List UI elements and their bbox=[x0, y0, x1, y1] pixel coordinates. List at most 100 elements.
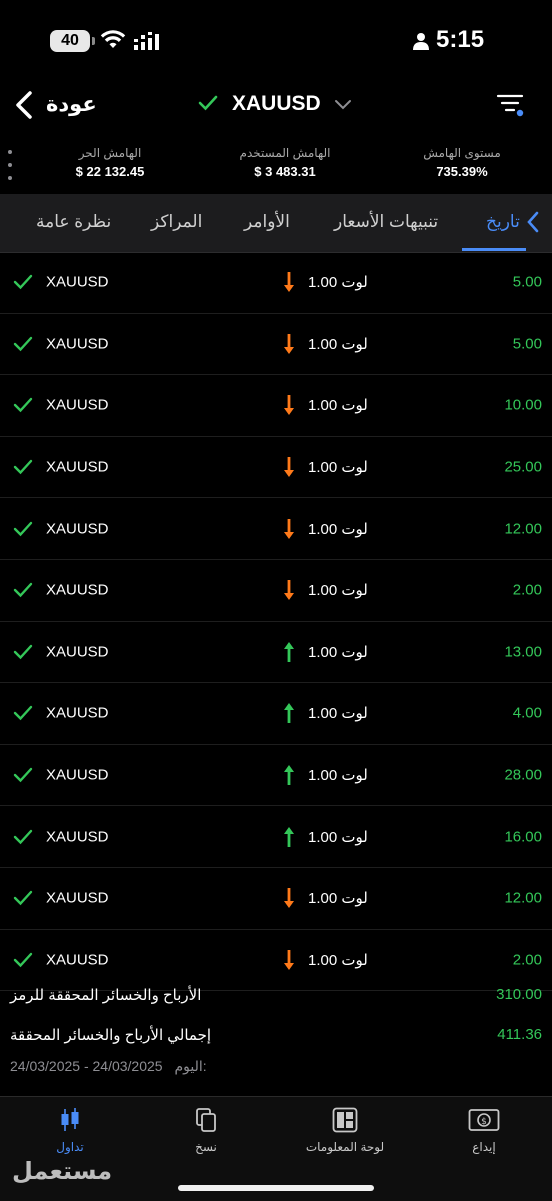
check-icon bbox=[13, 336, 33, 352]
tab-positions[interactable]: المراكز bbox=[151, 212, 202, 232]
trade-symbol: XAUUSD bbox=[46, 643, 109, 661]
trade-lot: 1.00 لوت bbox=[308, 459, 368, 477]
arrow-up-icon bbox=[284, 826, 294, 847]
trade-pnl: 16.00 bbox=[504, 828, 542, 846]
free-margin: الهامش الحر $ 22 132.45 bbox=[40, 146, 180, 179]
trade-row[interactable]: XAUUSD 1.00 لوت 13.00 bbox=[0, 622, 552, 684]
trade-pnl: 5.00 bbox=[512, 335, 542, 353]
trade-pnl: 10.00 bbox=[504, 396, 542, 414]
trade-lot: 1.00 لوت bbox=[308, 274, 368, 292]
trade-pnl: 2.00 bbox=[512, 581, 542, 599]
trade-row[interactable]: XAUUSD 1.00 لوت 12.00 bbox=[0, 868, 552, 930]
arrow-down-icon bbox=[284, 949, 294, 970]
check-icon bbox=[13, 829, 33, 844]
trade-lot: 1.00 لوت bbox=[308, 582, 368, 600]
trade-row[interactable]: XAUUSD 1.00 لوت 4.00 bbox=[0, 683, 552, 745]
arrow-up-icon bbox=[284, 641, 294, 662]
check-icon bbox=[13, 398, 33, 413]
trade-row[interactable]: XAUUSD 1.00 لوت 5.00 bbox=[0, 252, 552, 314]
trade-symbol: XAUUSD bbox=[46, 458, 109, 476]
check-icon bbox=[13, 644, 33, 660]
arrow-down-icon bbox=[284, 395, 294, 416]
trade-symbol: XAUUSD bbox=[46, 520, 109, 538]
check-icon bbox=[13, 706, 33, 721]
symbol-pnl-label: الأرباح والخسائر المحققة للرمز bbox=[10, 987, 202, 1004]
trade-pnl: 12.00 bbox=[504, 520, 542, 538]
active-tab-indicator bbox=[462, 248, 526, 251]
check-icon bbox=[13, 275, 33, 290]
trade-lot: 1.00 لوت bbox=[308, 828, 368, 846]
trade-symbol: XAUUSD bbox=[46, 335, 109, 353]
trade-lot: 1.00 لوت bbox=[308, 951, 368, 969]
free-margin-value: $ 22 132.45 bbox=[75, 164, 145, 179]
symbol-pnl-row: الأرباح والخسائر المحققة للرمز 310.00 bbox=[0, 978, 552, 1018]
status-bar: 40 5:15 bbox=[0, 0, 552, 80]
nav-trade[interactable]: تداول bbox=[10, 1107, 130, 1154]
used-margin-value: $ 3 483.31 bbox=[254, 164, 316, 179]
nav-trade-label: تداول bbox=[56, 1140, 84, 1154]
battery-indicator: 40 bbox=[50, 30, 95, 52]
candlestick-icon bbox=[61, 1108, 79, 1131]
home-indicator[interactable] bbox=[178, 1185, 374, 1191]
back-button[interactable]: عودة bbox=[46, 92, 97, 117]
margin-summary: الهامش الحر $ 22 132.45 الهامش المستخدم … bbox=[0, 140, 552, 190]
free-margin-label: الهامش الحر bbox=[78, 146, 142, 160]
arrow-down-icon bbox=[284, 333, 294, 354]
chevron-down-icon[interactable] bbox=[334, 98, 352, 110]
used-margin-label: الهامش المستخدم bbox=[239, 146, 331, 160]
chevron-left-icon[interactable] bbox=[524, 210, 542, 234]
trade-history-list: XAUUSD 1.00 لوت 5.00 XAUUSD 1.00 لوت 5.00 XAUU… bbox=[0, 252, 552, 992]
date-range-value: 24/03/2025 - 24/03/2025 bbox=[10, 1058, 163, 1074]
check-icon bbox=[198, 95, 218, 111]
tab-overview[interactable]: نظرة عامة bbox=[36, 212, 111, 232]
deposit-icon: $ bbox=[468, 1109, 500, 1131]
date-range-prefix: اليوم: bbox=[174, 1058, 207, 1074]
margin-level: مستوى الهامش 735.39% bbox=[392, 146, 532, 179]
back-chevron-icon[interactable] bbox=[12, 90, 36, 120]
arrow-down-icon bbox=[284, 518, 294, 539]
wifi-icon bbox=[100, 30, 126, 48]
trade-pnl: 12.00 bbox=[504, 889, 542, 907]
watermark-logo: مستعمل bbox=[12, 1158, 113, 1185]
used-margin: الهامش المستخدم $ 3 483.31 bbox=[215, 146, 355, 179]
tab-history[interactable]: تاريخ bbox=[486, 212, 520, 232]
trade-row[interactable]: XAUUSD 1.00 لوت 25.00 bbox=[0, 437, 552, 499]
bottom-navigation: تداول نسخ لوحة المعلومات $ إيداع مستعمل bbox=[0, 1096, 552, 1201]
symbol-selector[interactable]: XAUUSD bbox=[232, 92, 321, 116]
check-icon bbox=[13, 891, 33, 906]
trade-row[interactable]: XAUUSD 1.00 لوت 12.00 bbox=[0, 498, 552, 560]
trade-lot: 1.00 لوت bbox=[308, 397, 368, 415]
trade-symbol: XAUUSD bbox=[46, 704, 109, 722]
check-icon bbox=[13, 459, 33, 475]
arrow-down-icon bbox=[284, 888, 294, 909]
total-pnl-value: 411.36 bbox=[497, 1026, 542, 1043]
nav-copy-label: نسخ bbox=[195, 1140, 217, 1154]
trade-row[interactable]: XAUUSD 1.00 لوت 5.00 bbox=[0, 314, 552, 376]
tab-orders[interactable]: الأوامر bbox=[244, 212, 290, 232]
filter-icon[interactable] bbox=[496, 92, 526, 118]
nav-dashboard[interactable]: لوحة المعلومات bbox=[285, 1107, 405, 1154]
date-range[interactable]: 24/03/2025 - 24/03/2025 اليوم: bbox=[10, 1058, 207, 1075]
check-icon bbox=[13, 583, 33, 598]
dashboard-icon bbox=[332, 1107, 358, 1133]
trade-symbol: XAUUSD bbox=[46, 273, 109, 291]
trade-row[interactable]: XAUUSD 1.00 لوت 28.00 bbox=[0, 745, 552, 807]
trade-row[interactable]: XAUUSD 1.00 لوت 10.00 bbox=[0, 375, 552, 437]
more-vertical-icon[interactable] bbox=[6, 148, 14, 182]
pnl-summary: الأرباح والخسائر المحققة للرمز 310.00 إج… bbox=[0, 978, 552, 1074]
total-pnl-label: إجمالي الأرباح والخسائر المحققة bbox=[10, 1027, 212, 1044]
trade-pnl: 25.00 bbox=[504, 458, 542, 476]
nav-deposit[interactable]: $ إيداع bbox=[424, 1107, 544, 1154]
copy-icon bbox=[196, 1108, 216, 1132]
arrow-up-icon bbox=[284, 765, 294, 786]
trade-row[interactable]: XAUUSD 1.00 لوت 16.00 bbox=[0, 806, 552, 868]
nav-deposit-label: إيداع bbox=[472, 1140, 496, 1154]
arrow-down-icon bbox=[284, 580, 294, 601]
tab-price-alerts[interactable]: تنبيهات الأسعار bbox=[334, 212, 438, 232]
trade-row[interactable]: XAUUSD 1.00 لوت 2.00 bbox=[0, 560, 552, 622]
nav-copy[interactable]: نسخ bbox=[146, 1107, 266, 1154]
trade-pnl: 2.00 bbox=[512, 951, 542, 969]
trade-pnl: 28.00 bbox=[504, 766, 542, 784]
trade-lot: 1.00 لوت bbox=[308, 767, 368, 785]
trade-symbol: XAUUSD bbox=[46, 828, 109, 846]
